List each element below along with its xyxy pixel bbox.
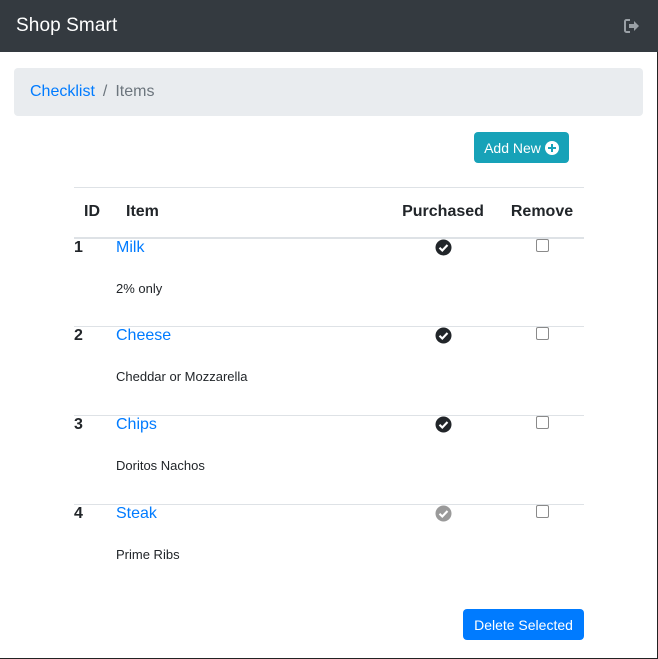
table-row: 2 Cheese Cheddar or Mozzarella [74,326,584,416]
item-name-link[interactable]: Steak [116,505,386,523]
row-item: Steak Prime Ribs [116,505,386,594]
row-purchased [386,326,500,416]
remove-checkbox[interactable] [535,416,549,429]
item-note: 2% only [116,280,163,296]
row-purchased [386,237,500,327]
item-name-link[interactable]: Chips [116,416,386,434]
column-header-id: ID [74,187,116,239]
add-new-label: Add New [484,139,541,156]
delete-selected-button[interactable]: Delete Selected [463,609,584,640]
item-name-link[interactable]: Milk [116,239,386,257]
breadcrumb-current: Items [115,83,155,100]
row-item: Cheese Cheddar or Mozzarella [116,326,386,416]
row-item: Chips Doritos Nachos [116,415,386,505]
check-circle-icon[interactable] [435,416,452,433]
items-table: ID Item Purchased Remove 1 Milk 2% only … [74,187,584,594]
breadcrumb-separator: / [102,83,108,100]
remove-checkbox[interactable] [535,327,549,340]
table-row: 4 Steak Prime Ribs [74,505,584,594]
table-row: 1 Milk 2% only [74,237,584,327]
row-purchased [386,505,500,594]
check-circle-icon[interactable] [435,327,452,344]
sign-out-icon[interactable] [624,17,642,35]
check-circle-icon[interactable] [435,505,452,522]
row-id: 4 [74,505,83,522]
table-row: 3 Chips Doritos Nachos [74,415,584,505]
add-new-button[interactable]: Add New [474,132,569,163]
column-header-item: Item [116,187,386,239]
row-id: 3 [74,415,116,505]
item-note: Doritos Nachos [116,458,205,473]
item-name-link[interactable]: Cheese [116,327,386,345]
column-header-purchased: Purchased [386,187,500,239]
row-remove [500,415,584,505]
column-header-remove: Remove [500,187,584,239]
item-note: Prime Ribs [116,547,180,562]
row-purchased [386,415,500,505]
table-header-row: ID Item Purchased Remove [74,187,584,239]
row-remove [500,326,584,416]
breadcrumb: Checklist / Items [14,68,643,116]
app-brand[interactable]: Shop Smart [16,15,117,37]
remove-checkbox[interactable] [535,505,549,518]
plus-circle-icon [544,140,559,155]
row-remove [500,237,584,327]
breadcrumb-checklist-link[interactable]: Checklist [30,83,95,101]
item-note: Cheddar or Mozzarella [116,369,248,384]
top-navbar: Shop Smart [0,0,658,52]
remove-checkbox[interactable] [535,238,549,252]
check-circle-icon[interactable] [435,239,452,256]
row-id: 1 [74,237,116,327]
row-id: 2 [74,326,116,416]
row-item: Milk 2% only [116,237,386,327]
row-remove [500,505,584,594]
